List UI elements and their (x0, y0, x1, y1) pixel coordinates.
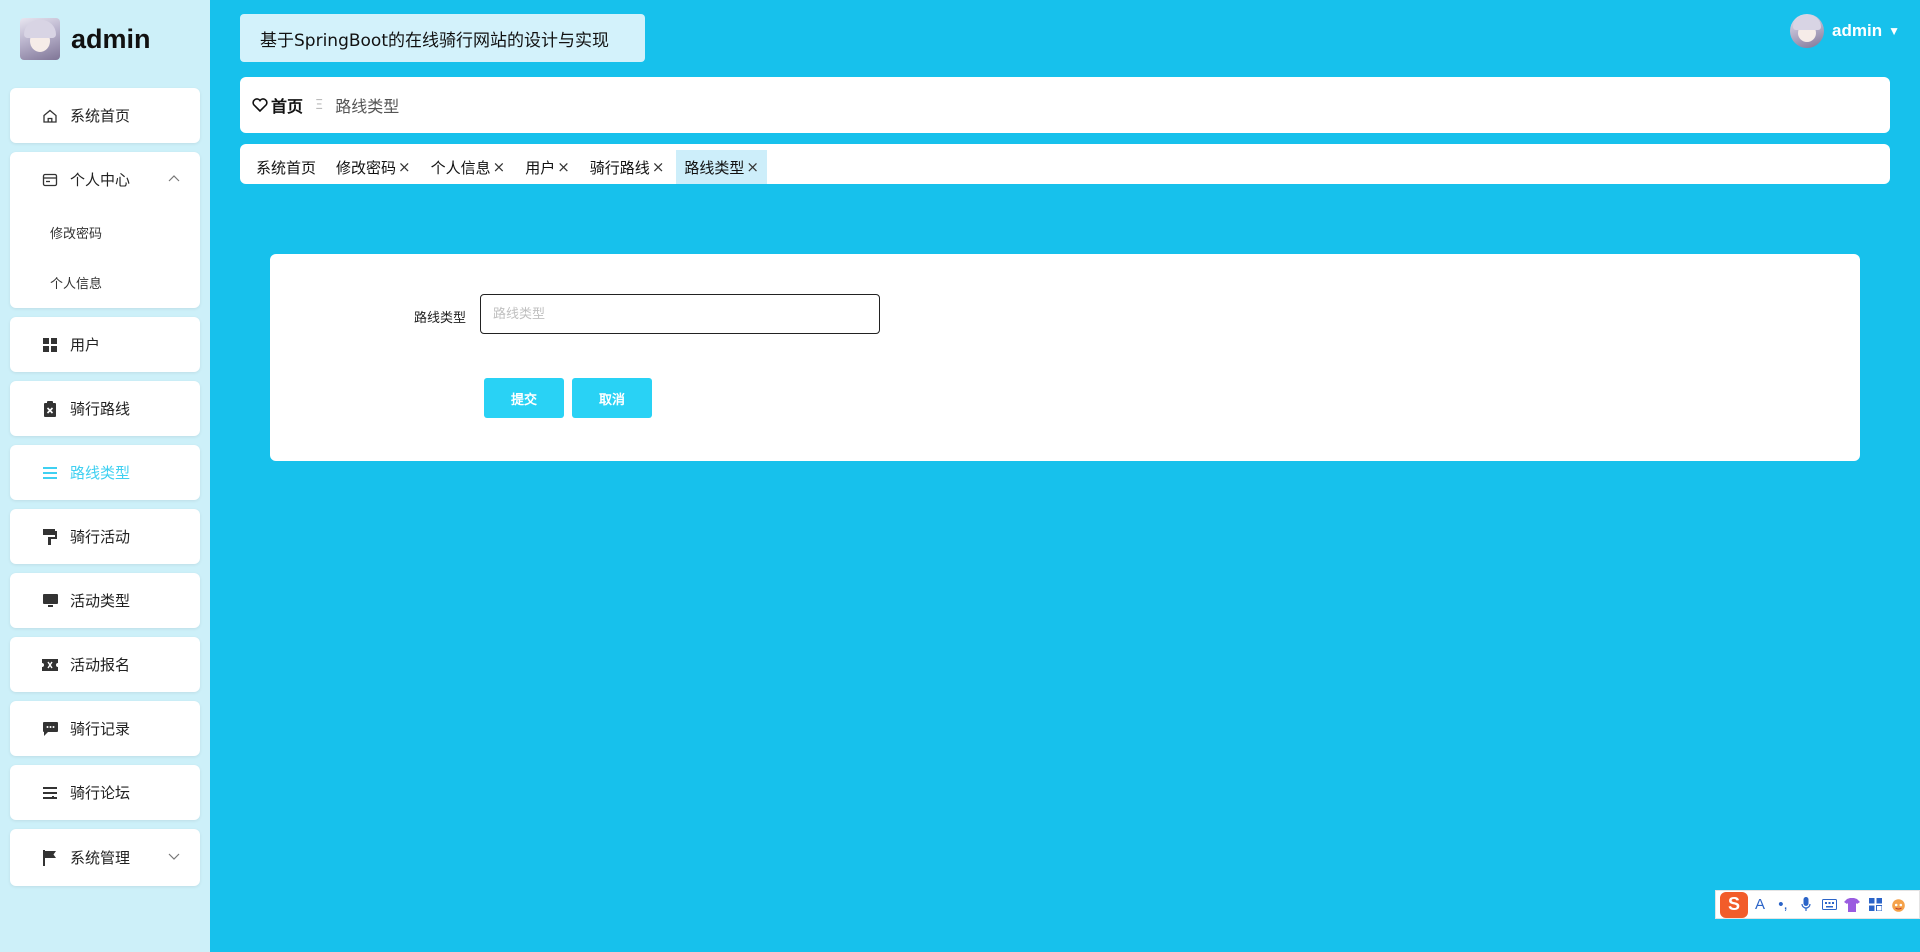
sidebar-item-cycling-records[interactable]: 骑行记录 (10, 701, 200, 756)
sidebar-subitem-personal-info[interactable]: 个人信息 (10, 257, 200, 307)
admin-avatar (20, 18, 60, 60)
tab-home[interactable]: 系统首页 (248, 150, 324, 184)
sidebar-item-label: 活动类型 (70, 592, 131, 610)
chevron-down-icon[interactable] (168, 851, 180, 864)
breadcrumb-home-label: 首页 (271, 97, 304, 116)
breadcrumb: 首页 Ξ 路线类型 (240, 77, 1890, 133)
sidebar-item-route-types[interactable]: 路线类型 (10, 445, 200, 500)
input-mode-icon[interactable]: A (1749, 894, 1771, 916)
heart-icon (252, 98, 268, 112)
sidebar-item-cycling-activities[interactable]: 骑行活动 (10, 509, 200, 564)
sidebar-item-cycling-forum-head[interactable]: 骑行论坛 (10, 765, 200, 820)
skin-icon[interactable] (1841, 894, 1863, 916)
ticket-icon (41, 656, 59, 674)
sidebar-item-label: 活动报名 (70, 656, 131, 674)
route-type-label: 路线类型 (414, 311, 467, 326)
brand-name: admin (71, 23, 151, 54)
sidebar-item-label: 系统首页 (70, 107, 131, 125)
sidebar-item-label: 骑行论坛 (70, 784, 131, 802)
tab-label: 骑行路线 (589, 158, 650, 177)
tab-route-types[interactable]: 路线类型 × (676, 150, 767, 184)
sliders-icon (41, 784, 59, 802)
sidebar-item-activity-signup-head[interactable]: 活动报名 (10, 637, 200, 692)
tab-label: 个人信息 (430, 158, 491, 177)
ime-toolbar: S A •, (1715, 890, 1920, 919)
sidebar-item-cycling-forum[interactable]: 骑行论坛 (10, 765, 200, 820)
sidebar-item-home-head[interactable]: 系统首页 (10, 88, 200, 143)
user-menu[interactable]: admin ▼ (1790, 14, 1900, 48)
breadcrumb-separator-icon: Ξ (315, 97, 324, 113)
sidebar-item-label: 路线类型 (70, 464, 131, 482)
sidebar-item-route-types-head[interactable]: 路线类型 (10, 445, 200, 500)
user-avatar (1790, 14, 1825, 48)
submit-button[interactable]: 提交 (484, 378, 564, 418)
sidebar-item-label: 骑行路线 (70, 400, 131, 418)
tabs-bar: 系统首页 修改密码 × 个人信息 × 用户 × 骑行路线 × 路线类型 × (240, 144, 1890, 184)
grid-icon (41, 336, 59, 354)
message-icon (41, 720, 59, 738)
sidebar-item-profile-center: 个人中心 修改密码 个人信息 (10, 152, 200, 308)
close-icon[interactable]: × (557, 158, 570, 176)
tab-label: 系统首页 (256, 158, 317, 177)
sidebar-item-home[interactable]: 系统首页 (10, 88, 200, 143)
paint-roller-icon (41, 528, 59, 546)
route-type-input[interactable] (480, 294, 880, 334)
keyboard-icon[interactable] (1818, 894, 1840, 916)
sidebar-item-cycling-records-head[interactable]: 骑行记录 (10, 701, 200, 756)
sidebar-item-label: 用户 (70, 336, 101, 354)
tab-label: 路线类型 (684, 158, 745, 177)
sidebar-item-cycling-activities-head[interactable]: 骑行活动 (10, 509, 200, 564)
tab-cycling-routes[interactable]: 骑行路线 × (582, 150, 673, 184)
route-type-form: 路线类型 提交 取消 (270, 254, 1860, 461)
sidebar-item-cycling-routes[interactable]: 骑行路线 (10, 381, 200, 436)
brand: admin (20, 18, 151, 60)
sidebar-item-users[interactable]: 用户 (10, 317, 200, 372)
close-icon[interactable]: × (398, 158, 411, 176)
close-icon[interactable]: × (652, 158, 665, 176)
sidebar-item-activity-signup[interactable]: 活动报名 (10, 637, 200, 692)
tab-users[interactable]: 用户 × (517, 150, 578, 184)
sidebar-item-label: 个人中心 (70, 171, 131, 189)
tab-label: 用户 (525, 158, 556, 177)
microphone-icon[interactable] (1795, 894, 1817, 916)
tab-change-password[interactable]: 修改密码 × (328, 150, 419, 184)
sidebar-item-label: 骑行活动 (70, 528, 131, 546)
breadcrumb-home[interactable]: 首页 (252, 93, 303, 117)
toolbox-icon[interactable] (1864, 894, 1886, 916)
sidebar-item-cycling-routes-head[interactable]: 骑行路线 (10, 381, 200, 436)
breadcrumb-current: 路线类型 (335, 97, 400, 116)
close-icon[interactable]: × (746, 158, 759, 176)
mascot-icon[interactable] (1887, 894, 1909, 916)
sidebar-subitem-change-password[interactable]: 修改密码 (10, 207, 200, 257)
site-title: 基于SpringBoot的在线骑行网站的设计与实现 (240, 14, 645, 62)
tab-personal-info[interactable]: 个人信息 × (423, 150, 514, 184)
sidebar-item-users-head[interactable]: 用户 (10, 317, 200, 372)
sidebar-item-label: 系统管理 (70, 849, 131, 867)
sidebar-item-activity-types[interactable]: 活动类型 (10, 573, 200, 628)
sidebar-item-system-management[interactable]: 系统管理 (10, 829, 200, 886)
sidebar-item-activity-types-head[interactable]: 活动类型 (10, 573, 200, 628)
punctuation-icon[interactable]: •, (1772, 894, 1794, 916)
tab-label: 修改密码 (336, 158, 397, 177)
profile-icon (41, 171, 59, 189)
close-icon[interactable]: × (493, 158, 506, 176)
user-name: admin (1832, 21, 1883, 40)
list-icon (41, 464, 59, 482)
sidebar: admin 系统首页 个人中心 修改密码 个人信息 用户 骑行路线 路线类型 骑… (0, 0, 210, 952)
caret-down-icon[interactable]: ▼ (1888, 24, 1900, 38)
home-icon (41, 107, 59, 125)
chevron-up-icon[interactable] (168, 172, 180, 185)
sidebar-item-label: 骑行记录 (70, 720, 131, 738)
monitor-icon (41, 592, 59, 610)
flag-icon (41, 849, 59, 867)
cancel-button[interactable]: 取消 (572, 378, 652, 418)
clipboard-icon (41, 400, 59, 418)
sogou-logo-icon[interactable]: S (1720, 891, 1748, 918)
